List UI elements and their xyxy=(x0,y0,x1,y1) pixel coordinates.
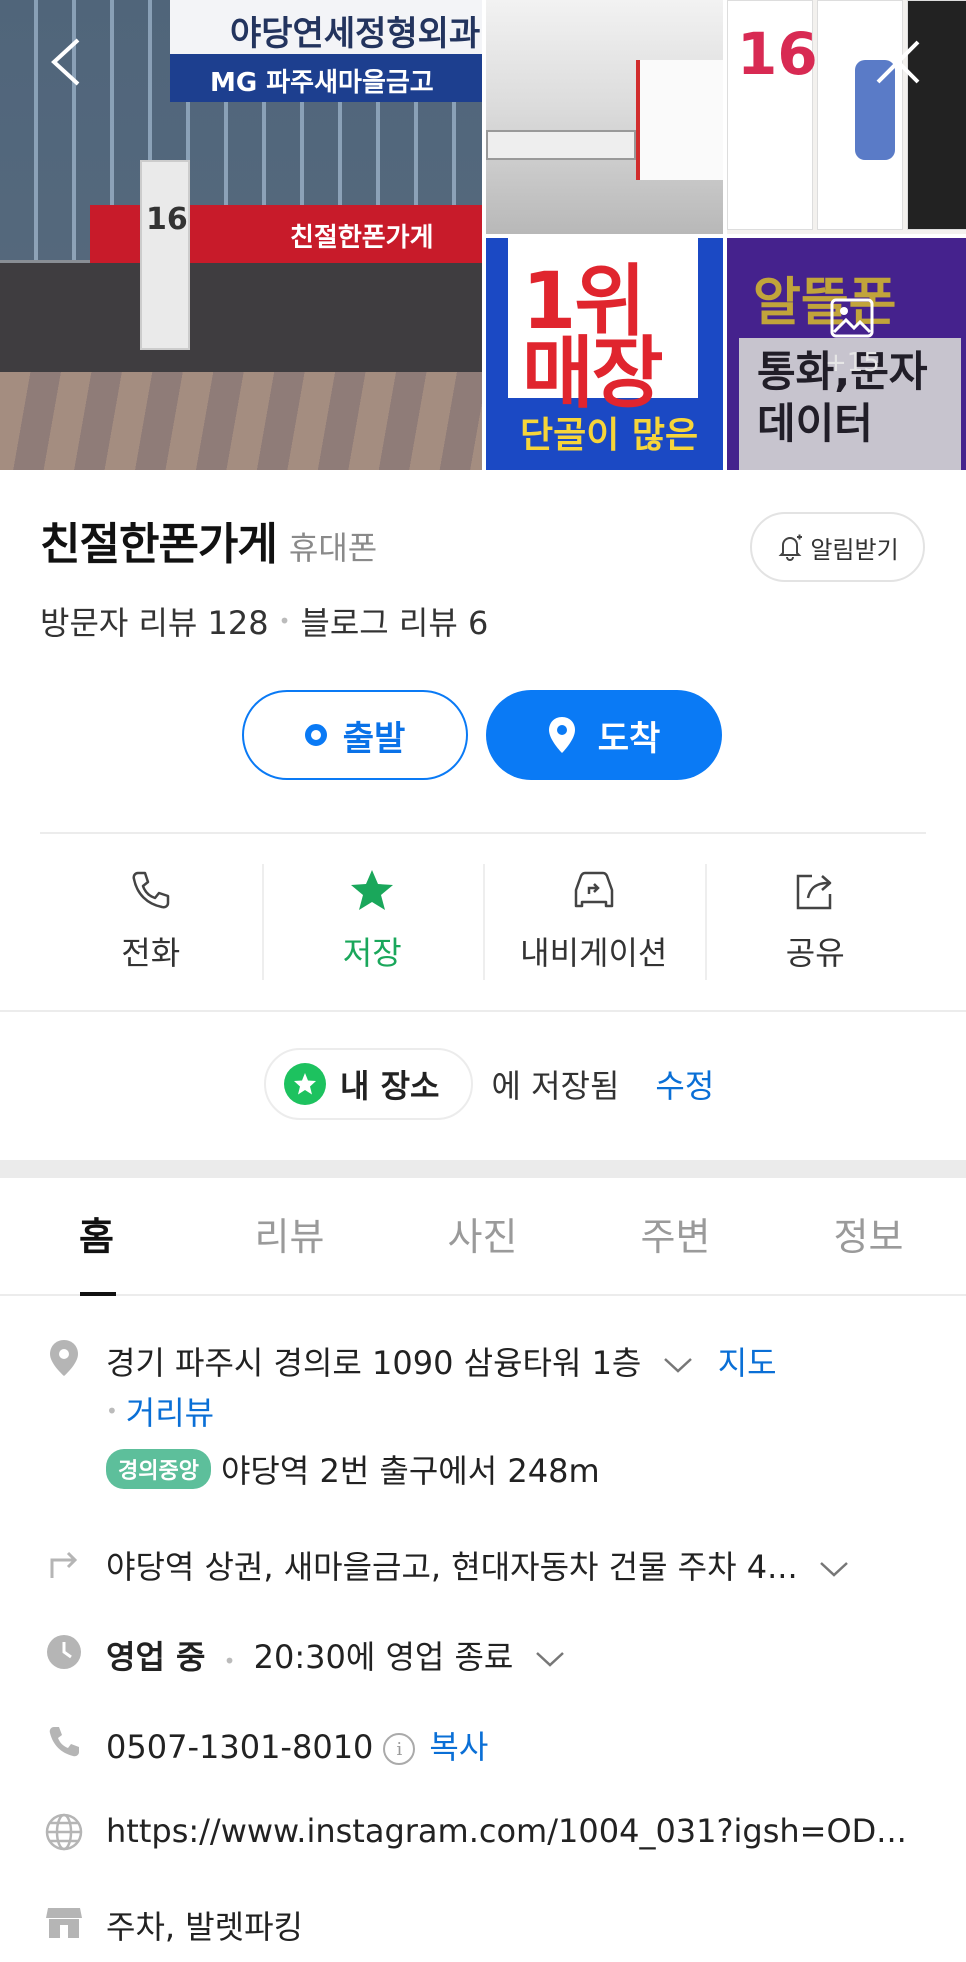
divider xyxy=(0,1010,966,1012)
phone-line: 0507-1301-8010 i 복사 xyxy=(106,1722,488,1768)
globe-icon xyxy=(44,1812,84,1852)
arrive-button[interactable]: 도착 xyxy=(486,690,722,780)
sidewalk xyxy=(0,372,482,470)
share-icon xyxy=(797,874,832,910)
saved-star-icon xyxy=(284,1063,326,1105)
close-icon xyxy=(876,40,920,84)
subway-line-info: 경의중앙 야당역 2번 출구에서 248m xyxy=(106,1446,600,1492)
poster-subline: 단골이 많은 xyxy=(520,415,699,456)
route-buttons: 출발 도착 xyxy=(242,690,722,780)
photo-gallery[interactable]: 야당연세정형외과 MG 파주새마을금고 친절한폰가게 16 16 1위 매장 단… xyxy=(0,0,966,470)
open-status: 영업 중 xyxy=(106,1638,206,1676)
share-label: 공유 xyxy=(785,934,845,972)
star-icon xyxy=(351,870,394,910)
separator-dot: • xyxy=(106,1399,118,1423)
location-pin-icon xyxy=(548,717,575,753)
facilities-text: 주차, 발렛파킹 xyxy=(106,1908,303,1946)
map-link[interactable]: 지도 xyxy=(718,1344,777,1382)
back-button[interactable] xyxy=(40,34,96,90)
call-action[interactable]: 전화 xyxy=(40,862,262,980)
store-icon xyxy=(44,1902,84,1942)
subway-distance: 야당역 2번 출구에서 248m xyxy=(220,1452,600,1490)
street-view-line: • 거리뷰 xyxy=(106,1388,214,1434)
tab-home[interactable]: 홈 xyxy=(0,1178,193,1296)
save-label: 저장 xyxy=(342,934,402,972)
phone-number[interactable]: 0507-1301-8010 xyxy=(106,1728,373,1766)
street-view-link[interactable]: 거리뷰 xyxy=(126,1388,214,1434)
navigation-action[interactable]: 내비게이션 xyxy=(483,862,705,980)
store-interior-photo[interactable] xyxy=(486,0,723,234)
visitor-review-link[interactable]: 방문자 리뷰 128 xyxy=(40,598,269,644)
address-line: 경기 파주시 경의로 1090 삼융타워 1층 지도 xyxy=(106,1338,777,1384)
call-label: 전화 xyxy=(121,934,181,972)
chevron-down-icon[interactable] xyxy=(818,1559,850,1579)
start-label: 출발 xyxy=(342,718,406,759)
tab-info[interactable]: 정보 xyxy=(772,1178,965,1294)
subway-line-badge: 경의중앙 xyxy=(106,1449,211,1489)
top-store-poster-photo[interactable]: 1위 매장 단골이 많은 xyxy=(486,238,723,470)
closing-time: 20:30에 영업 종료 xyxy=(253,1638,514,1676)
interior-wall xyxy=(636,60,723,180)
clinic-sign: 야당연세정형외과 xyxy=(170,0,482,54)
tab-reviews[interactable]: 리뷰 xyxy=(193,1178,386,1294)
iphone-banner: 16 xyxy=(140,160,190,350)
title-row: 친절한폰가게 휴대폰 xyxy=(40,508,377,572)
tab-nearby[interactable]: 주변 xyxy=(579,1178,772,1294)
separator-dot: • xyxy=(278,609,291,633)
car-navigation-icon xyxy=(574,871,613,908)
blog-review-link[interactable]: 블로그 리뷰 6 xyxy=(300,598,488,644)
alarm-label: 알림받기 xyxy=(810,535,899,564)
image-icon xyxy=(830,298,874,338)
budget-phone-poster-photo[interactable]: 알뜰폰 통화,문자 데이터 +15 xyxy=(727,238,966,470)
copy-link[interactable]: 복사 xyxy=(429,1728,488,1766)
start-button[interactable]: 출발 xyxy=(242,690,468,780)
place-category: 휴대폰 xyxy=(288,529,378,567)
chevron-down-icon[interactable] xyxy=(662,1355,694,1375)
alarm-button[interactable]: 알림받기 xyxy=(750,512,925,582)
arrive-label: 도착 xyxy=(597,718,661,759)
phone-icon xyxy=(44,1722,84,1762)
chevron-down-icon[interactable] xyxy=(534,1649,566,1669)
tab-photos[interactable]: 사진 xyxy=(386,1178,579,1294)
action-bar: 전화 저장 내비게이션 공유 xyxy=(40,862,926,980)
tab-bar: 홈 리뷰 사진 주변 정보 xyxy=(0,1178,966,1296)
directions-text: 야당역 상권, 새마을금고, 현대자동차 건물 주차 4... xyxy=(106,1548,798,1586)
save-action[interactable]: 저장 xyxy=(261,862,484,980)
info-icon[interactable]: i xyxy=(383,1733,416,1765)
iphone-16-text: 16 xyxy=(737,20,818,88)
close-button[interactable] xyxy=(870,34,926,90)
saved-status: 내 장소 에 저장됨 수정 xyxy=(264,1048,714,1120)
chevron-left-icon xyxy=(51,38,80,86)
more-photos-count: +15 xyxy=(825,348,880,378)
poster-headline: 1위 매장 xyxy=(522,257,664,419)
hours-line: 영업 중 • 20:30에 영업 종료 xyxy=(106,1632,566,1678)
place-name: 친절한폰가게 xyxy=(40,519,278,570)
directions-line: 야당역 상권, 새마을금고, 현대자동차 건물 주차 4... xyxy=(106,1542,850,1588)
store-front xyxy=(0,263,482,373)
my-place-chip[interactable]: 내 장소 xyxy=(264,1048,474,1120)
saved-text: 에 저장됨 xyxy=(491,1067,620,1105)
share-action[interactable]: 공유 xyxy=(704,862,927,980)
clock-icon xyxy=(44,1632,84,1672)
location-pin-icon xyxy=(44,1338,84,1378)
start-point-icon xyxy=(304,724,327,746)
iphone-poster-photo[interactable]: 16 xyxy=(727,0,966,234)
my-place-label: 내 장소 xyxy=(340,1067,440,1105)
bank-sign: MG 파주새마을금고 xyxy=(170,54,482,102)
separator-dot: • xyxy=(223,1649,236,1673)
more-photos[interactable]: +15 xyxy=(825,298,880,378)
section-gap xyxy=(0,1160,966,1178)
turn-arrow-icon xyxy=(44,1542,84,1582)
phone-icon xyxy=(132,871,169,909)
website-link[interactable]: https://www.instagram.com/1004_031?igsh=… xyxy=(106,1812,907,1850)
edit-link[interactable]: 수정 xyxy=(655,1061,714,1107)
review-summary: 방문자 리뷰 128 • 블로그 리뷰 6 xyxy=(40,598,488,644)
interior-table xyxy=(486,130,636,160)
navigation-label: 내비게이션 xyxy=(520,934,668,972)
bell-icon xyxy=(778,534,803,561)
divider xyxy=(40,832,926,834)
address-text: 경기 파주시 경의로 1090 삼융타워 1층 xyxy=(106,1344,642,1382)
